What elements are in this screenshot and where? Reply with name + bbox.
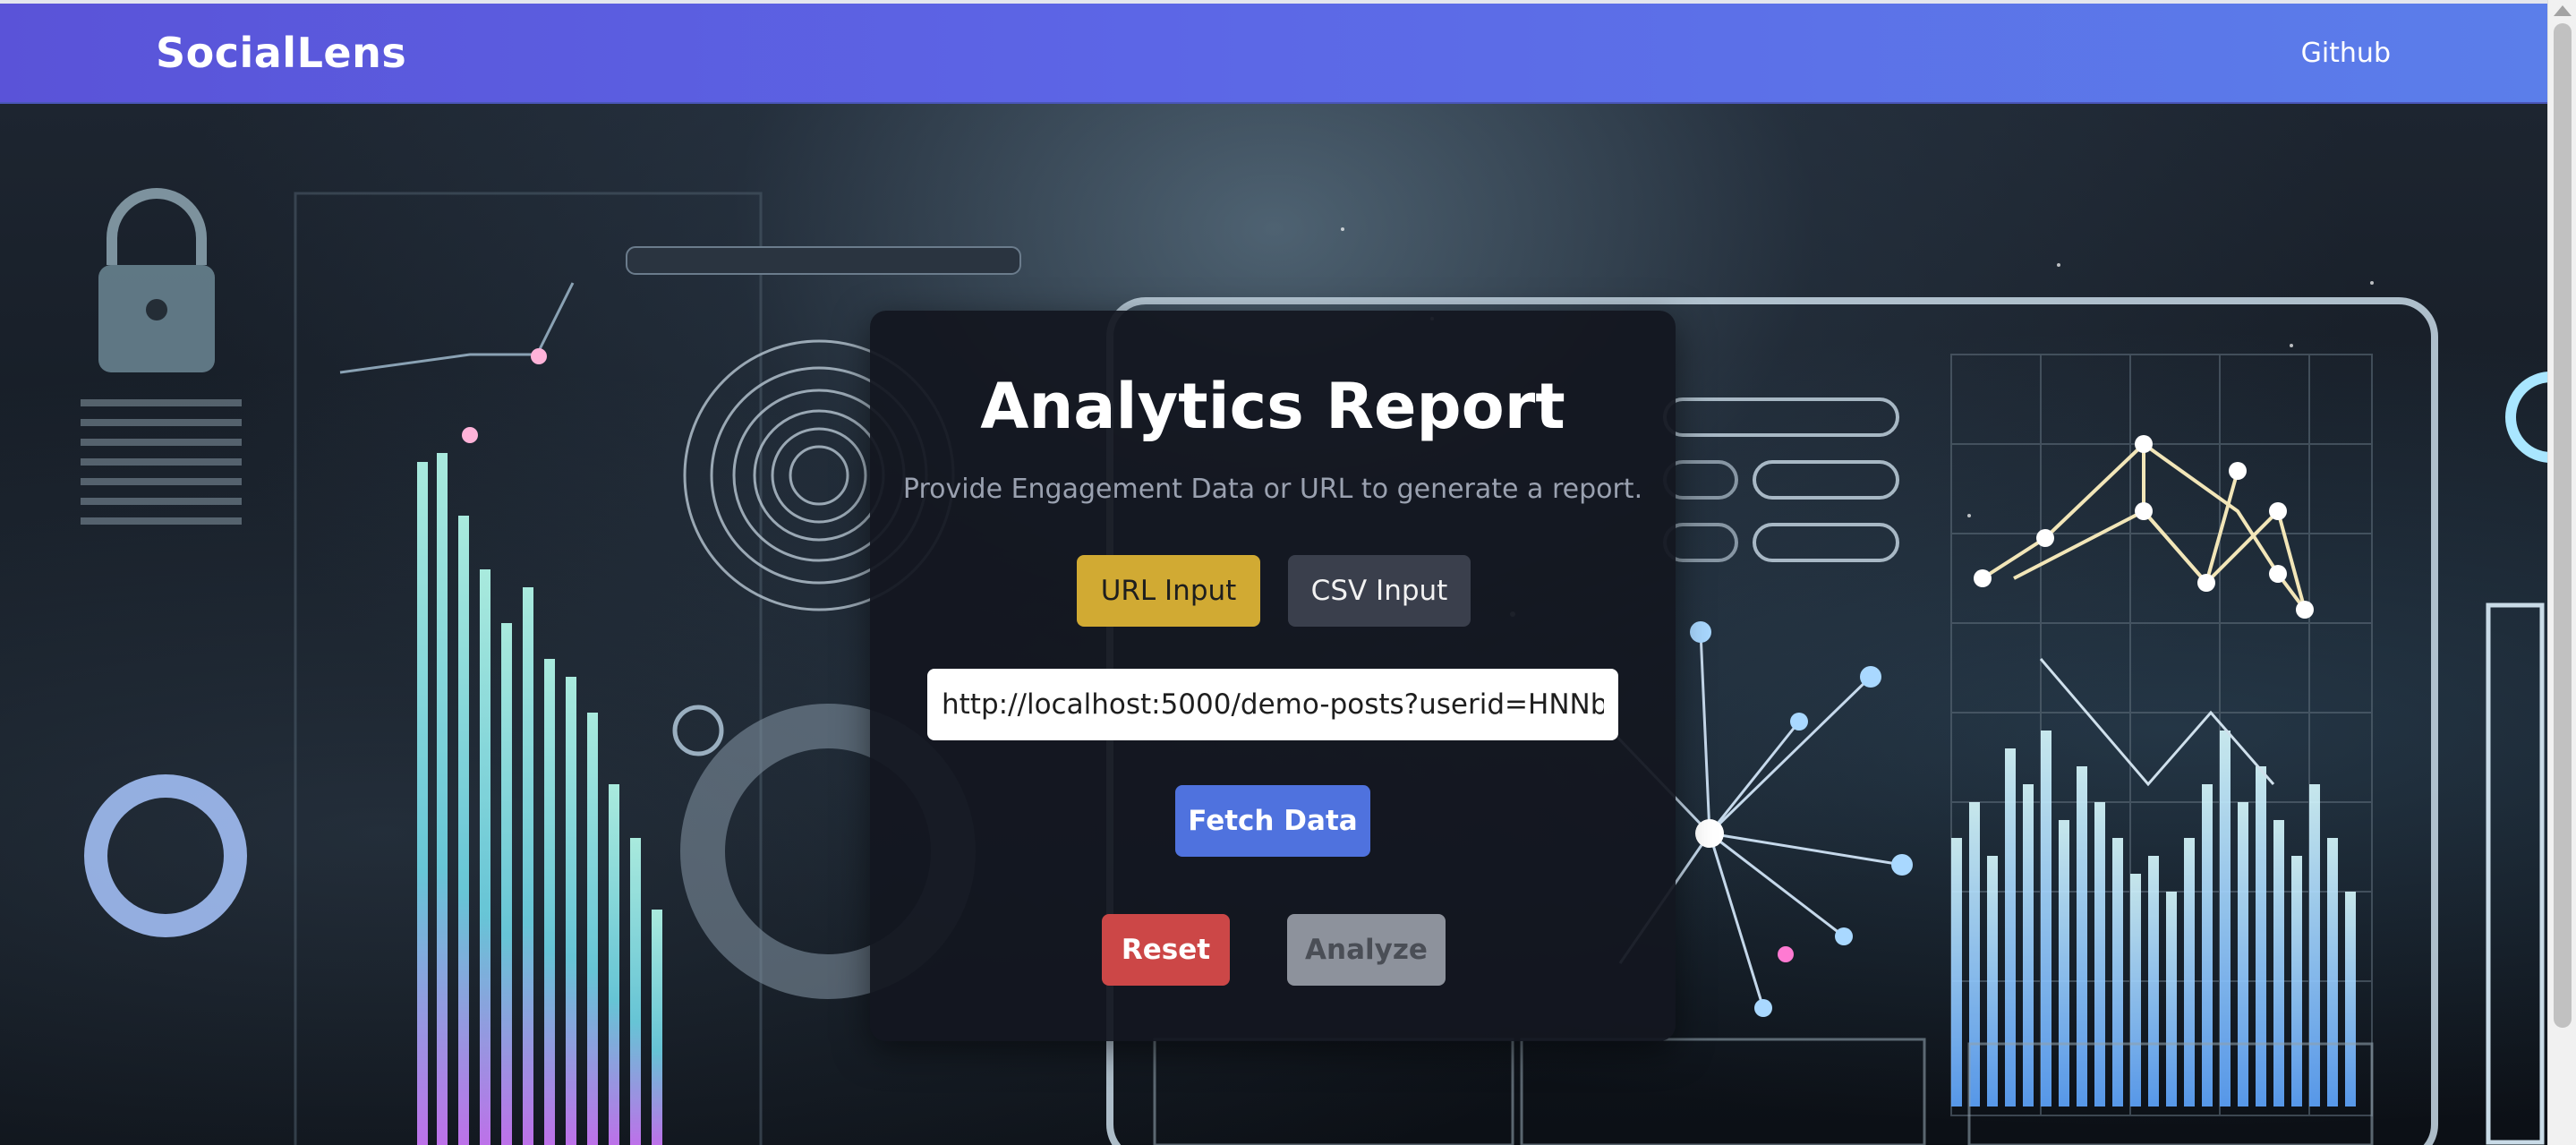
tab-url-input[interactable]: URL Input — [1077, 555, 1260, 627]
page-subtitle: Provide Engagement Data or URL to genera… — [902, 474, 1643, 505]
fetch-data-button[interactable]: Fetch Data — [1175, 785, 1370, 857]
scroll-up-arrow-icon[interactable] — [2554, 5, 2572, 16]
tab-csv-input[interactable]: CSV Input — [1288, 555, 1471, 627]
scrollbar-thumb[interactable] — [2554, 23, 2572, 1028]
page-title: Analytics Report — [980, 370, 1565, 443]
github-link[interactable]: Github — [2301, 38, 2391, 69]
analytics-card: Analytics Report Provide Engagement Data… — [870, 311, 1676, 1041]
padlock-icon — [98, 188, 215, 372]
analyze-button[interactable]: Analyze — [1287, 914, 1446, 986]
reset-button[interactable]: Reset — [1102, 914, 1230, 986]
scrollbar[interactable] — [2547, 0, 2576, 1145]
navbar: SocialLens Github — [0, 4, 2547, 104]
brand-logo[interactable]: SocialLens — [156, 29, 406, 77]
url-input[interactable] — [927, 669, 1618, 740]
